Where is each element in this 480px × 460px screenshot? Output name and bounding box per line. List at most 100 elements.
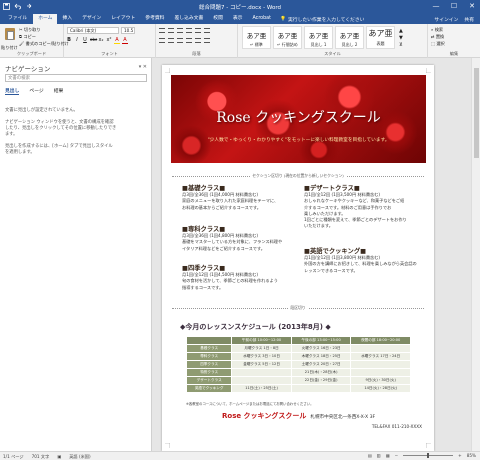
- read-mode-icon[interactable]: ▤: [368, 453, 372, 458]
- window-controls: — ☐ ✕: [430, 2, 478, 10]
- tab-review[interactable]: 校閲: [208, 14, 228, 24]
- table-header: 午前の部 10:00~12:00: [231, 336, 292, 345]
- table-cell: 21日(木)・28日(木): [290, 368, 352, 377]
- decrease-indent-icon[interactable]: [186, 28, 192, 33]
- strikethrough-button[interactable]: abc: [90, 37, 97, 44]
- font-size-select[interactable]: 10.5: [121, 27, 135, 34]
- underline-button[interactable]: U: [82, 37, 88, 44]
- table-cell: 22日(金)・29日(金): [290, 376, 352, 385]
- sort-icon[interactable]: [204, 28, 210, 33]
- table-header-row: 午前の部 10:00~12:00 午後の部 13:00~15:00 夜間の部 1…: [185, 336, 411, 345]
- italic-button[interactable]: I: [74, 37, 80, 44]
- zoom-slider-thumb[interactable]: [427, 453, 430, 458]
- tab-insert[interactable]: 挿入: [57, 14, 77, 24]
- style-normal[interactable]: あア亜 ↵ 標準: [242, 26, 271, 49]
- style-name: 見出し 1: [310, 42, 327, 47]
- nav-tab-headings[interactable]: 見出し: [5, 87, 20, 95]
- shading-icon[interactable]: [204, 38, 210, 43]
- font-group-label: フォント: [101, 51, 118, 56]
- find-button[interactable]: ⌕ 検索: [431, 27, 443, 33]
- zoom-in-button[interactable]: +: [458, 453, 462, 458]
- table-header: 午後の部 13:00~15:00: [290, 336, 352, 345]
- superscript-button[interactable]: x²: [106, 37, 112, 44]
- style-no-spacing[interactable]: あア亜 ↵ 行間詰め: [273, 26, 302, 49]
- sign-in-link[interactable]: サインイン: [434, 16, 458, 23]
- font-color-button[interactable]: A: [122, 37, 128, 44]
- tab-layout[interactable]: レイアウト: [106, 14, 140, 24]
- line-spacing-icon[interactable]: [195, 38, 201, 43]
- account-area: サインイン 共有: [434, 16, 480, 23]
- select-button[interactable]: ⬚ 選択: [431, 41, 445, 47]
- subscript-button[interactable]: x₂: [98, 37, 104, 44]
- style-heading-2[interactable]: あア亜見出し 2: [335, 26, 364, 49]
- tab-acrobat[interactable]: Acrobat: [247, 14, 276, 24]
- font-name-select[interactable]: Calibri (本文): [67, 27, 119, 34]
- increase-indent-icon[interactable]: [195, 28, 201, 33]
- maximize-button[interactable]: ☐: [448, 2, 460, 10]
- ribbon: 貼り付け ✂ 切り取り ⧉ コピー 🖌 書式のコピー/貼り付け クリップボード …: [0, 24, 480, 58]
- numbering-icon[interactable]: [168, 28, 174, 33]
- style-sample: あア亜: [339, 32, 360, 40]
- copy-button[interactable]: ⧉ コピー: [19, 34, 36, 40]
- tab-mailings[interactable]: 差し込み文書: [169, 14, 208, 24]
- share-button[interactable]: 共有: [464, 16, 474, 23]
- proofing-icon[interactable]: ▣: [57, 454, 61, 460]
- scroll-thumb[interactable]: [474, 68, 479, 158]
- tell-me-box[interactable]: 💡 実行したい作業を入力してください: [280, 16, 364, 23]
- crop-mark-icon: [165, 68, 170, 73]
- tab-references[interactable]: 参考資料: [140, 14, 169, 24]
- justify-icon[interactable]: [186, 38, 192, 43]
- format-painter-button[interactable]: 🖌 書式のコピー/貼り付け: [19, 41, 69, 47]
- table-cell: 水曜クラス 3日・10日: [231, 352, 292, 361]
- align-center-icon[interactable]: [168, 38, 174, 43]
- table-row-header: 専科クラス: [185, 352, 233, 361]
- bold-button[interactable]: B: [66, 37, 72, 44]
- page-count[interactable]: 1/1 ページ: [3, 454, 24, 460]
- group-styles: あア亜 ↵ 標準 あア亜 ↵ 行間詰め あア亜 見出し 1 あア亜 見出し 2 あア亜表…: [238, 24, 428, 58]
- align-right-icon[interactable]: [177, 38, 183, 43]
- vertical-scrollbar[interactable]: [471, 58, 480, 451]
- zoom-out-button[interactable]: −: [395, 453, 399, 458]
- search-icon: ⌕: [431, 27, 434, 32]
- schedule-table: 午前の部 10:00~12:00 午後の部 13:00~15:00 夜間の部 1…: [185, 336, 411, 393]
- tab-design[interactable]: デザイン: [77, 14, 106, 24]
- table-row: デザートクラス 22日(金)・29日(金) 9日(火)・30日(火): [185, 376, 411, 385]
- multilevel-list-icon[interactable]: [177, 28, 183, 33]
- style-sample: あア亜: [368, 29, 393, 38]
- footer-address: 札幌市中央区北一条西X-X-X 3F: [310, 415, 376, 420]
- column-break-label: 段区切り: [288, 305, 308, 310]
- nav-tab-pages[interactable]: ページ: [29, 87, 43, 95]
- style-title[interactable]: あア亜 表題: [366, 26, 395, 49]
- zoom-level[interactable]: 85%: [467, 453, 476, 458]
- navigation-pane-controls[interactable]: ▾ ✕: [139, 64, 147, 70]
- replace-icon: ⇄: [431, 34, 435, 39]
- table-note: ※各教室のコースについて、ホームページまたはお電話にてお問い合わせください。: [186, 402, 314, 406]
- banner-subtitle: "少人数で・ゆっくり・わかりやすく"をモットーに楽しい料理教室を目指しています。: [207, 138, 390, 143]
- zoom-slider[interactable]: [403, 453, 454, 458]
- schedule-title: ◆今月のレッスンスケジュール (2013年8月) ◆: [180, 323, 331, 331]
- web-layout-icon[interactable]: ▦: [386, 453, 390, 458]
- print-layout-icon[interactable]: ▥: [377, 453, 381, 458]
- styles-scroll[interactable]: ▲ ▼ ⊻: [399, 28, 403, 49]
- document-page[interactable]: Rose クッキングスクール "少人数で・ゆっくり・わかりやすく"をモットーに楽…: [162, 65, 434, 451]
- style-name: 見出し 2: [341, 42, 358, 47]
- replace-button[interactable]: ⇄ 置換: [431, 34, 444, 40]
- table-cell: [231, 376, 292, 385]
- nav-tab-results[interactable]: 結果: [54, 87, 64, 95]
- cut-button[interactable]: ✂ 切り取り: [19, 27, 41, 33]
- align-left-icon[interactable]: [159, 38, 165, 43]
- tab-view[interactable]: 表示: [228, 14, 248, 24]
- document-search-input[interactable]: 文書の検索: [5, 74, 147, 82]
- close-button[interactable]: ✕: [466, 2, 478, 10]
- tab-home[interactable]: ホーム: [33, 14, 58, 24]
- paste-icon[interactable]: [3, 26, 17, 44]
- status-right: ▤ ▥ ▦ − + 85%: [368, 453, 476, 458]
- word-count[interactable]: 701 文字: [32, 454, 50, 460]
- bullets-icon[interactable]: [159, 28, 165, 33]
- minimize-button[interactable]: —: [430, 2, 442, 10]
- style-heading-1[interactable]: あア亜 見出し 1: [304, 26, 333, 49]
- highlight-button[interactable]: A: [114, 37, 120, 44]
- language[interactable]: 英語 (米国): [69, 454, 90, 460]
- tab-file[interactable]: ファイル: [2, 14, 33, 24]
- lightbulb-icon: 💡: [280, 16, 286, 22]
